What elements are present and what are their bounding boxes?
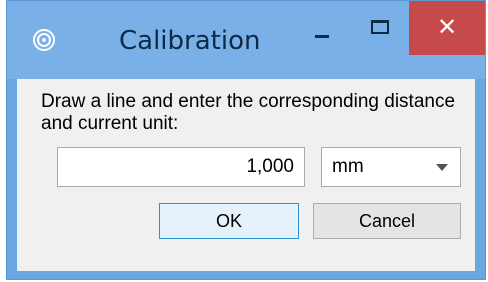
dialog-body: Draw a line and enter the corresponding …	[17, 79, 475, 271]
unit-select-value: mm	[332, 156, 364, 177]
cancel-button[interactable]: Cancel	[313, 203, 461, 239]
close-icon: ✕	[436, 13, 458, 41]
chevron-down-icon[interactable]	[436, 164, 448, 171]
minimize-icon	[315, 35, 329, 38]
maximize-icon	[371, 20, 389, 34]
maximize-button[interactable]	[351, 1, 409, 55]
calibration-window: Calibration ✕ Draw a line and enter the …	[6, 0, 486, 280]
window-title: Calibration	[119, 26, 261, 56]
distance-input[interactable]: 1,000	[57, 147, 305, 187]
minimize-button[interactable]	[293, 1, 351, 55]
target-icon	[33, 29, 55, 51]
window-bottom-border	[17, 271, 475, 279]
ok-button[interactable]: OK	[159, 203, 299, 239]
unit-select[interactable]: mm	[321, 147, 461, 187]
close-button[interactable]: ✕	[409, 1, 485, 55]
title-bar[interactable]: Calibration ✕	[7, 1, 485, 79]
instruction-text: Draw a line and enter the corresponding …	[41, 91, 456, 134]
